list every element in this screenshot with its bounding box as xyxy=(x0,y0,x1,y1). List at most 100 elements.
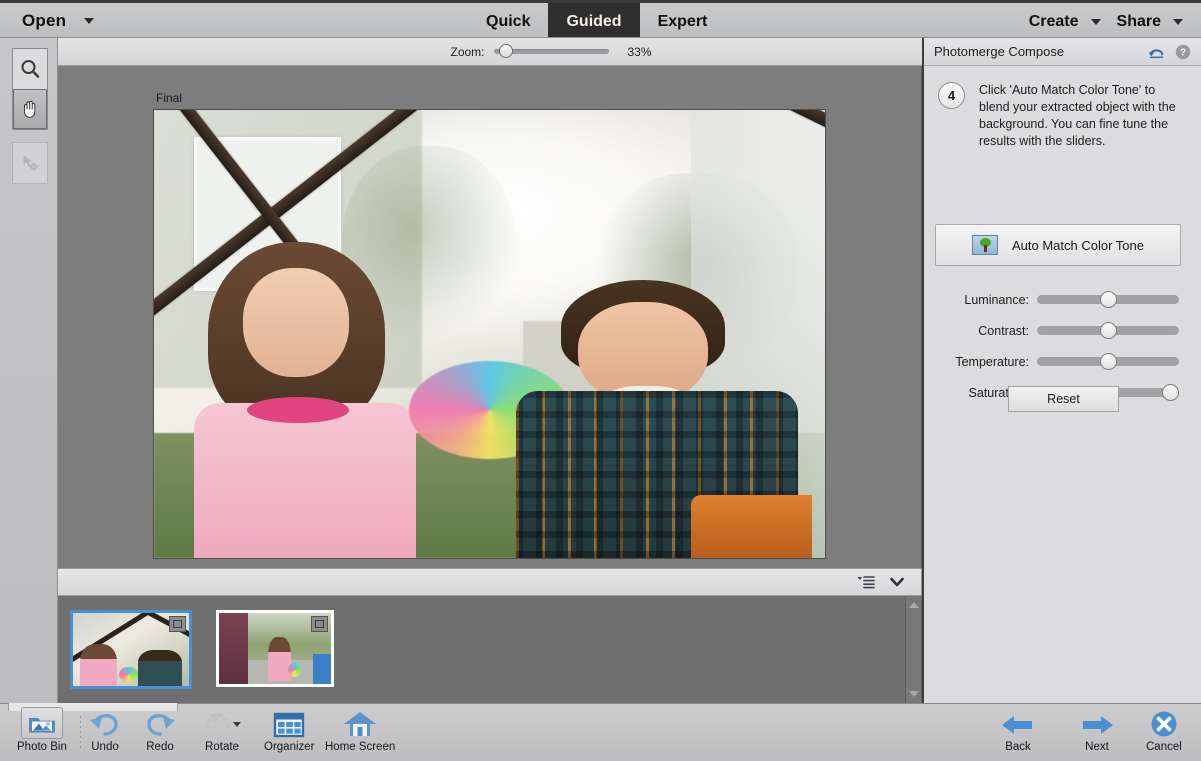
temperature-slider-thumb[interactable] xyxy=(1100,353,1117,370)
open-menu-button[interactable]: Open xyxy=(22,11,94,31)
edit-badge-icon xyxy=(169,616,186,632)
canvas-workspace[interactable]: Final xyxy=(58,66,922,568)
tab-expert[interactable]: Expert xyxy=(640,3,726,41)
canvas-status-bar xyxy=(58,568,922,596)
arrow-right-icon xyxy=(1077,711,1117,739)
contrast-label: Contrast: xyxy=(924,324,1037,338)
step-instruction-text: Click 'Auto Match Color Tone' to blend y… xyxy=(979,82,1187,150)
organizer-grid-icon xyxy=(272,711,306,739)
photo-bin-button[interactable]: Photo Bin xyxy=(17,709,67,753)
slider-row-contrast: Contrast: xyxy=(924,315,1201,346)
undo-button[interactable]: Undo xyxy=(86,709,124,753)
reset-button[interactable]: Reset xyxy=(1008,386,1119,412)
rotate-icon xyxy=(200,709,244,739)
home-screen-label: Home Screen xyxy=(325,741,395,753)
panel-title: Photomerge Compose xyxy=(934,44,1147,59)
contrast-slider[interactable] xyxy=(1037,326,1179,335)
photo-bin-scrollbar[interactable] xyxy=(905,596,921,703)
contrast-slider-thumb[interactable] xyxy=(1100,322,1117,339)
guided-edit-panel: Photomerge Compose ? 4 Click 'Auto Match… xyxy=(922,38,1201,703)
organizer-label: Organizer xyxy=(264,741,315,753)
cancel-circle-icon xyxy=(1149,709,1179,739)
home-screen-button[interactable]: Home Screen xyxy=(325,709,395,753)
temperature-slider[interactable] xyxy=(1037,357,1179,366)
share-menu-button[interactable]: Share xyxy=(1117,13,1183,31)
arrow-left-icon xyxy=(998,711,1038,739)
scroll-down-icon[interactable] xyxy=(909,691,919,697)
thumbnail-source-photo[interactable] xyxy=(216,610,334,687)
move-icon xyxy=(19,152,41,174)
redo-label: Redo xyxy=(146,741,174,753)
temperature-label: Temperature: xyxy=(924,355,1037,369)
image-girl xyxy=(194,235,415,558)
image-sleeping-bag xyxy=(691,495,812,558)
saturation-slider-thumb[interactable] xyxy=(1162,384,1179,401)
back-button[interactable]: Back xyxy=(998,709,1038,753)
move-tool[interactable] xyxy=(12,142,48,184)
slider-row-temperature: Temperature: xyxy=(924,346,1201,377)
open-menu-label: Open xyxy=(22,11,66,31)
zoom-slider-thumb[interactable] xyxy=(499,44,513,58)
right-menu-group: Create Share xyxy=(1029,3,1183,41)
caret-down-icon xyxy=(1091,19,1101,25)
help-icon[interactable]: ? xyxy=(1175,44,1191,60)
revert-icon[interactable] xyxy=(1147,44,1166,59)
zoom-toolbar: Zoom: 33% xyxy=(0,38,922,66)
toolbar-divider xyxy=(80,716,81,750)
bottom-toolbar: Photo Bin Undo Redo xyxy=(0,703,1201,761)
thumbnail-final-composite[interactable] xyxy=(70,610,192,689)
hand-tool[interactable] xyxy=(13,89,47,129)
tab-expert-label: Expert xyxy=(658,13,708,31)
step-number-badge: 4 xyxy=(938,82,965,109)
rotate-button[interactable]: Rotate xyxy=(200,709,244,753)
caret-down-icon xyxy=(84,18,94,24)
mode-tabs: Quick Guided Expert xyxy=(468,3,725,41)
luminance-slider[interactable] xyxy=(1037,295,1179,304)
zoom-slider[interactable] xyxy=(494,49,609,54)
landscape-thumbnail-icon xyxy=(972,235,998,255)
caret-down-icon xyxy=(1173,19,1183,25)
cancel-label: Cancel xyxy=(1146,741,1182,753)
zoom-percent-value: 33% xyxy=(618,45,652,59)
rotate-label: Rotate xyxy=(205,741,239,753)
next-button[interactable]: Next xyxy=(1077,709,1117,753)
zoom-label: Zoom: xyxy=(450,45,484,59)
zoom-tool[interactable] xyxy=(13,49,47,89)
scroll-up-icon[interactable] xyxy=(909,602,919,608)
create-menu-button[interactable]: Create xyxy=(1029,13,1101,31)
photo-bin-icon xyxy=(21,707,63,739)
home-icon xyxy=(342,709,378,739)
canvas-final-label: Final xyxy=(156,91,182,105)
composite-image[interactable] xyxy=(153,109,826,559)
magnifier-icon xyxy=(19,58,41,80)
step-instruction: 4 Click 'Auto Match Color Tone' to blend… xyxy=(924,66,1201,150)
back-label: Back xyxy=(1005,741,1031,753)
tab-quick-label: Quick xyxy=(486,13,530,31)
chevron-down-icon[interactable] xyxy=(889,575,905,589)
photo-bin-label: Photo Bin xyxy=(17,741,67,753)
luminance-slider-thumb[interactable] xyxy=(1100,291,1117,308)
svg-text:?: ? xyxy=(1180,47,1186,58)
slider-row-luminance: Luminance: xyxy=(924,284,1201,315)
cancel-button[interactable]: Cancel xyxy=(1146,709,1182,753)
tool-group-primary xyxy=(12,48,48,130)
luminance-label: Luminance: xyxy=(924,293,1037,307)
auto-match-color-tone-label: Auto Match Color Tone xyxy=(1012,238,1144,253)
panel-header: Photomerge Compose ? xyxy=(924,38,1201,66)
organizer-button[interactable]: Organizer xyxy=(264,709,315,753)
share-menu-label: Share xyxy=(1117,13,1161,31)
auto-match-color-tone-button[interactable]: Auto Match Color Tone xyxy=(935,224,1181,266)
tab-quick[interactable]: Quick xyxy=(468,3,548,41)
tab-guided[interactable]: Guided xyxy=(548,3,639,41)
undo-label: Undo xyxy=(91,741,119,753)
left-tool-strip xyxy=(0,38,58,703)
list-menu-icon[interactable] xyxy=(857,575,875,589)
redo-button[interactable]: Redo xyxy=(141,709,179,753)
redo-arrow-icon xyxy=(141,709,179,739)
create-menu-label: Create xyxy=(1029,13,1079,31)
tab-guided-label: Guided xyxy=(566,13,621,31)
photo-bin-tray xyxy=(58,596,922,703)
undo-arrow-icon xyxy=(86,709,124,739)
photoshop-elements-window: Open Quick Guided Expert Create Share xyxy=(0,0,1201,761)
edit-badge-icon xyxy=(311,616,328,632)
